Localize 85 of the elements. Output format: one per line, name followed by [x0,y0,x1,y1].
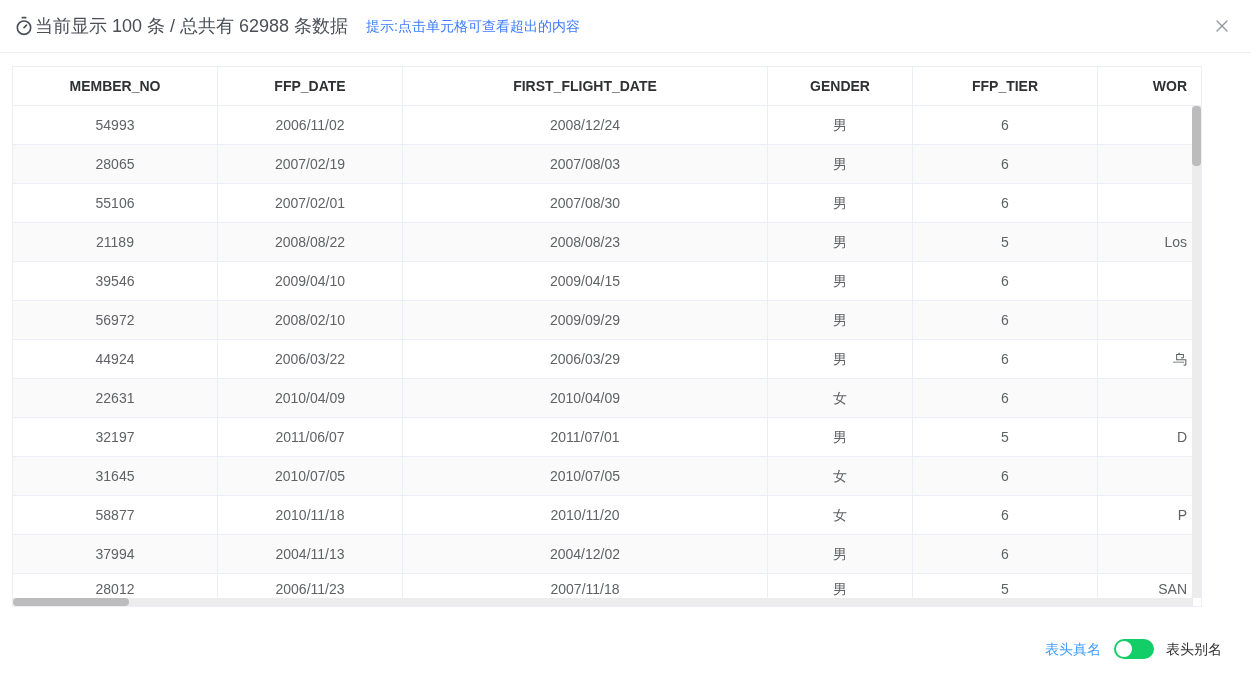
table-cell: 21189 [96,233,134,251]
table-cell: 女 [833,506,847,524]
table-cell: 28012 [95,580,135,598]
table-cell: 2007/02/19 [274,155,346,173]
table-cell: P [1177,506,1187,524]
table-cell: 6 [1001,545,1009,563]
vertical-scrollbar[interactable] [1192,106,1201,598]
table-cell: 37994 [95,545,135,563]
table-cell: 2010/11/20 [550,506,620,524]
table-cell: SAN [1158,580,1187,598]
column-header: WOR [1151,76,1188,96]
table-cell: 2009/09/29 [549,311,621,329]
table-cell: 男 [833,350,847,368]
table-cell: 54993 [95,116,135,134]
header-name-switch[interactable] [1114,639,1154,659]
table-cell: 58877 [95,506,135,524]
table-cell: 2004/12/02 [549,545,621,563]
table-cell: 乌 [1173,350,1187,368]
table-cell: 6 [1001,389,1009,407]
table-cell: 44924 [95,350,135,368]
table-cell: 6 [1001,155,1009,173]
column-header: FIRST_FLIGHT_DATE [403,67,768,105]
table-cell: 31645 [95,467,135,485]
table-cell: 2009/04/10 [274,272,346,290]
table-cell: 女 [833,389,847,407]
column-header: FFP_DATE [218,67,403,105]
table-cell: 6 [1001,116,1009,134]
column-header: MEMBER_NO [13,67,218,105]
table-cell: 5 [1001,580,1009,598]
table-cell: 男 [833,272,847,290]
table-cell: 2011/07/01 [550,428,620,446]
table-cell: 32197 [95,428,135,446]
alias-label[interactable]: 表头别名 [1166,638,1222,660]
table-cell: 2008/12/24 [549,116,621,134]
table-cell: 2006/11/23 [275,580,345,598]
table-cell: 2008/02/10 [274,311,346,329]
table-cell: 2006/03/29 [549,350,621,368]
table-cell: 2010/04/09 [549,389,621,407]
table-cell: 5 [1001,428,1009,446]
dialog-title: 当前显示 100 条 / 总共有 62988 条数据 [35,14,349,38]
table-cell: 2006/11/02 [275,116,345,134]
table-cell: 2007/08/30 [549,194,621,212]
column-header: FFP_TIER [913,67,1098,105]
table-cell: 男 [833,155,847,173]
table-cell: 2007/02/01 [274,194,346,212]
table-cell: 6 [1001,467,1009,485]
table-cell: 6 [1001,350,1009,368]
table-cell: 6 [1001,272,1009,290]
table-cell: 6 [1001,194,1009,212]
table-cell: 男 [833,580,847,598]
table-cell: 2011/06/07 [275,428,345,446]
table-cell: 2009/04/15 [549,272,621,290]
table-cell: 男 [833,194,847,212]
scrollbar-thumb[interactable] [13,598,129,606]
table-cell: 2010/11/18 [275,506,345,524]
table-cell: 2008/08/23 [549,233,621,251]
column-header: GENDER [768,67,913,105]
table-cell: 男 [833,428,847,446]
table-cell: 55106 [95,194,135,212]
table-cell: 56972 [95,311,135,329]
table-cell: 6 [1001,506,1009,524]
table-cell: 5 [1001,233,1009,251]
table-cell: 2010/07/05 [549,467,621,485]
table-cell: 女 [833,467,847,485]
table-cell: 6 [1001,311,1009,329]
table-cell: 男 [833,116,847,134]
table-cell: 2007/11/18 [550,580,620,598]
timer-icon [14,16,34,36]
table-cell: 28065 [95,155,135,173]
table-cell: 男 [833,311,847,329]
table-cell: Los [1164,233,1187,251]
table-cell: 2010/04/09 [274,389,346,407]
table-cell: 39546 [95,272,135,290]
hint-text: 提示:点击单元格可查看超出的内容 [366,16,580,36]
scrollbar-thumb[interactable] [1192,106,1201,166]
table-cell: 2010/07/05 [274,467,346,485]
table-cell: D [1176,428,1187,446]
table-cell: 2007/08/03 [549,155,621,173]
table-cell: 男 [833,233,847,251]
table-cell: 男 [833,545,847,563]
table-cell: 2004/11/13 [275,545,345,563]
table-cell: 2008/08/22 [274,233,346,251]
table-cell: 22631 [95,389,135,407]
horizontal-scrollbar[interactable] [13,598,1193,606]
table-cell: 2006/03/22 [274,350,346,368]
